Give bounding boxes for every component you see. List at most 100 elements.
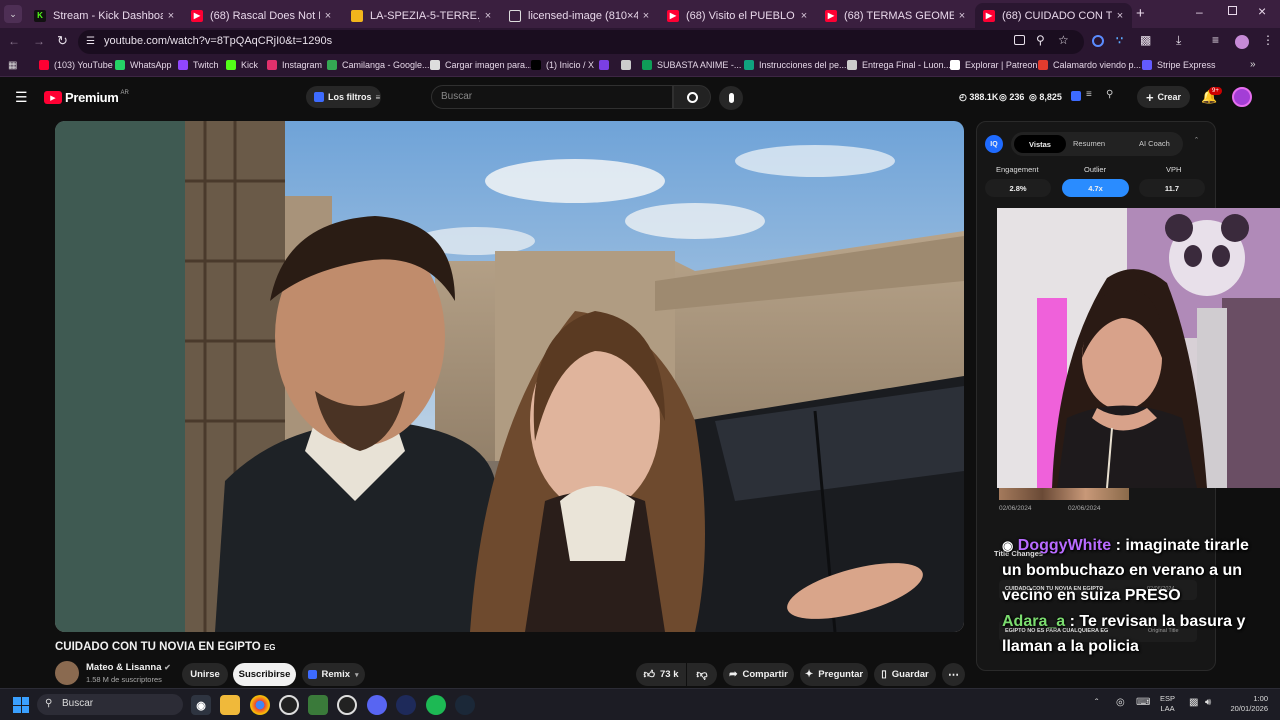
tray-clock[interactable]: 1:00 20/01/2026 <box>1222 694 1268 714</box>
like-button[interactable]: 👍︎ 73 k <box>636 663 686 686</box>
bookmark-2[interactable]: WhatsApp <box>115 60 172 70</box>
taskbar-spotify-icon[interactable] <box>426 695 446 715</box>
close-tab-icon[interactable]: × <box>163 10 179 22</box>
remix-button[interactable]: Remix ▾ <box>302 663 365 686</box>
extension-2-icon[interactable]: ∵ <box>1116 34 1123 47</box>
sparkle-icon: ✦ <box>804 669 814 680</box>
filters-button[interactable]: Los filtros ≡ <box>306 86 381 108</box>
taskbar-search[interactable]: ⚲ Buscar <box>37 694 183 715</box>
create-button[interactable]: + Crear <box>1137 86 1190 108</box>
windows-start-icon[interactable] <box>13 697 29 713</box>
bookmark-5[interactable]: Instagram <box>267 60 322 70</box>
browser-tab-5[interactable]: ▶ (68) Visito el PUEBLO MÁS HER× <box>659 3 816 28</box>
more-bookmarks-icon[interactable]: » <box>1250 59 1256 70</box>
bookmark-11[interactable]: SUBASTA ANIME -... <box>642 60 741 70</box>
join-button[interactable]: Unirse <box>182 663 228 686</box>
tray-keyboard-icon[interactable]: ⌨ <box>1136 697 1150 708</box>
search-button[interactable] <box>673 85 711 109</box>
tray-volume-icon[interactable]: 🔊︎ <box>1205 697 1211 708</box>
bookmark-8[interactable]: (1) Inicio / X <box>531 60 594 70</box>
forward-icon[interactable]: → <box>33 34 45 48</box>
taskbar-files-icon[interactable] <box>220 695 240 715</box>
tray-mic-icon[interactable]: ◎ <box>1116 697 1125 708</box>
voice-search-button[interactable] <box>719 86 743 110</box>
reload-icon[interactable]: ↻ <box>57 33 68 49</box>
taskbar-obs-icon[interactable] <box>279 695 299 715</box>
bookmark-4[interactable]: Kick <box>226 60 258 70</box>
tab-vistas[interactable]: Vistas <box>1014 135 1066 153</box>
bookmark-9[interactable] <box>599 60 614 70</box>
subscribe-button[interactable]: Suscribirse <box>233 663 296 686</box>
close-tab-icon[interactable]: × <box>1112 10 1128 22</box>
close-tab-icon[interactable]: × <box>638 10 654 22</box>
close-tab-icon[interactable]: × <box>954 10 970 22</box>
share-button[interactable]: ➦ Compartir <box>723 663 794 686</box>
bookmark-10[interactable] <box>621 60 636 70</box>
bookmark-3[interactable]: Twitch <box>178 60 219 70</box>
close-tab-icon[interactable]: × <box>320 10 336 22</box>
list-icon[interactable]: ≡ <box>1086 89 1092 100</box>
taskbar-steam-icon[interactable] <box>455 695 475 715</box>
site-info-icon[interactable]: ☰ <box>86 36 95 47</box>
taskbar-chrome-icon[interactable] <box>250 695 270 715</box>
extension-1-icon[interactable] <box>1092 35 1104 47</box>
bookmark-15[interactable]: Calamardo viendo p... <box>1038 60 1141 70</box>
apps-grid-icon[interactable]: ▦ <box>8 60 17 71</box>
download-icon[interactable]: ⤓ <box>1176 33 1181 48</box>
bookmark-6[interactable]: Camilanga - Google... <box>327 60 430 70</box>
bookmark-star-icon[interactable]: ☆ <box>1058 33 1069 47</box>
close-tab-icon[interactable]: × <box>796 10 812 22</box>
tab-search-button[interactable]: ⌄ <box>4 5 22 23</box>
close-tab-icon[interactable]: × <box>480 10 496 22</box>
taskbar-app-6-icon[interactable] <box>337 695 357 715</box>
tab-ai-coach[interactable]: AI Coach <box>1139 139 1170 148</box>
browser-tab-3[interactable]: LA-SPEZIA-5-TERRE.jpg (1024×× <box>343 3 500 28</box>
search-input[interactable]: Buscar <box>431 85 673 109</box>
account-avatar[interactable] <box>1232 87 1252 107</box>
browser-tab-4[interactable]: licensed-image (810×468)× <box>501 3 658 28</box>
extensions-puzzle-icon[interactable]: ▩ <box>1140 33 1151 47</box>
minimize-button[interactable]: – <box>1196 5 1203 19</box>
tray-network-icon[interactable]: ▩ <box>1189 697 1198 708</box>
bookmark-7[interactable]: Cargar imagen para... <box>430 60 533 70</box>
tray-chevron-icon[interactable]: ˆ <box>1095 698 1098 709</box>
menu-kebab-icon[interactable]: ⋮ <box>1262 33 1274 47</box>
dislike-button[interactable]: 👎︎ <box>687 663 717 686</box>
maximize-button[interactable] <box>1228 6 1237 15</box>
youtube-logo[interactable]: ▶ Premium AR <box>44 90 129 105</box>
url-bar[interactable]: ☰ youtube.com/watch?v=8TpQAqCRjI0&t=1290… <box>78 30 1084 54</box>
bookmark-1[interactable]: (103) YouTube <box>39 60 113 70</box>
new-tab-button[interactable]: + <box>1136 5 1145 22</box>
bookmark-13[interactable]: Entrega Final - Luon... <box>847 60 951 70</box>
ask-button[interactable]: ✦ Preguntar <box>800 663 868 686</box>
browser-tab-2[interactable]: ▶ (68) Rascal Does Not Dream of× <box>183 3 340 28</box>
video-player[interactable] <box>55 121 964 632</box>
hamburger-menu-icon[interactable]: ☰ <box>15 89 28 106</box>
profile-avatar[interactable] <box>1235 35 1249 49</box>
back-icon[interactable]: ← <box>8 34 20 48</box>
sidebar-icon[interactable]: ≡ <box>1212 33 1219 47</box>
browser-tab-6[interactable]: ▶ (68) TERMAS GEOMETRICAS DE× <box>817 3 974 28</box>
taskbar-discord-icon[interactable] <box>367 695 387 715</box>
trophy-icon[interactable]: ⚲ <box>1106 89 1113 100</box>
browser-tab-1[interactable]: K Stream - Kick Dashboard× <box>26 3 183 28</box>
browser-tab-7[interactable]: ▶ (68) CUIDADO CON TU NOVIA× <box>975 3 1132 28</box>
channel-avatar[interactable] <box>55 661 79 685</box>
close-window-button[interactable]: × <box>1258 3 1266 19</box>
more-actions-button[interactable]: ⋯ <box>942 663 965 686</box>
youtube-icon: ▶ <box>667 9 679 22</box>
bookmark-16[interactable]: Stripe Express <box>1142 60 1216 70</box>
collapse-icon[interactable]: ˆ <box>1195 136 1198 146</box>
taskbar-app-5-icon[interactable] <box>308 695 328 715</box>
zoom-icon[interactable]: ⚲ <box>1036 33 1045 47</box>
bookmark-12[interactable]: Instrucciones del pe... <box>744 60 847 70</box>
bookmark-14[interactable]: Explorar | Patreon <box>950 60 1037 70</box>
save-button[interactable]: ▯ Guardar <box>874 663 936 686</box>
taskbar-app-1-icon[interactable]: ◉ <box>191 695 211 715</box>
tab-resumen[interactable]: Resumen <box>1073 139 1105 148</box>
channel-name[interactable]: Mateo & Lisanna ✔ <box>86 662 171 673</box>
tray-language[interactable]: ESP LAA <box>1160 694 1175 714</box>
vidiq-header-icon[interactable] <box>1071 91 1081 101</box>
taskbar-app-8-icon[interactable] <box>396 695 416 715</box>
install-icon[interactable] <box>1014 35 1025 45</box>
